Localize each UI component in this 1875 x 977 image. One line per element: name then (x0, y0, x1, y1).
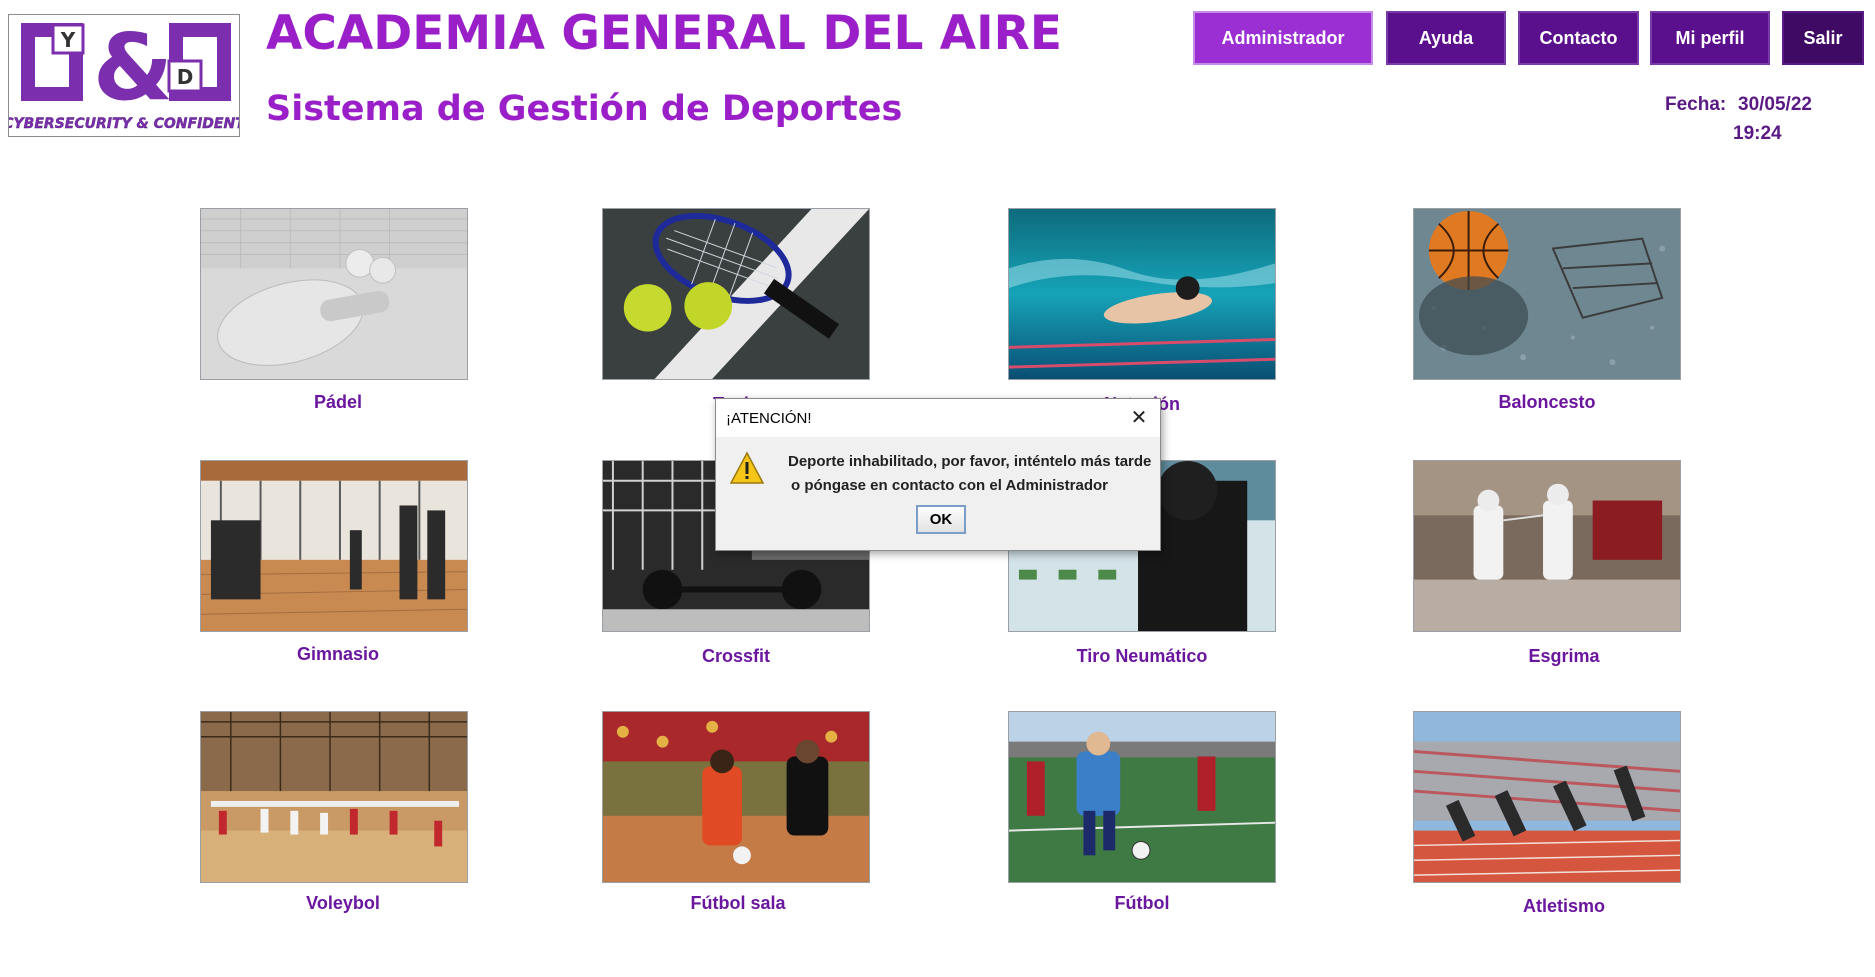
page-subtitle: Sistema de Gestión de Deportes (266, 89, 903, 129)
sport-label-basketball: Baloncesto (1498, 392, 1596, 412)
ok-button[interactable]: OK (916, 505, 966, 534)
page-title: ACADEMIA GENERAL DEL AIRE (266, 6, 1062, 61)
logo-letter-d: D (177, 65, 194, 89)
sport-tile-volleyball[interactable] (200, 711, 468, 883)
sport-label-athletics: Atletismo (1522, 896, 1605, 916)
gym-image (201, 461, 467, 631)
logo-ampersand: & (93, 15, 173, 121)
basketball-image (1414, 209, 1680, 379)
sport-tile-padel[interactable] (200, 208, 468, 380)
sport-tile-athletics[interactable] (1413, 711, 1681, 883)
dialog-message-line1: Deporte inhabilitado, por favor, inténte… (788, 453, 1152, 470)
sport-label-volleyball: Voleybol (306, 893, 380, 913)
date-label: Fecha: (1665, 94, 1727, 115)
dialog-title: ¡ATENCIÓN! (726, 410, 812, 427)
logout-button[interactable]: Salir (1782, 11, 1864, 65)
sport-tile-basketball[interactable] (1413, 208, 1681, 380)
sport-label-crossfit: Crossfit (701, 646, 770, 666)
logo-letter-y: Y (60, 28, 76, 52)
contact-button[interactable]: Contacto (1518, 11, 1639, 65)
time-value: 19:24 (1733, 123, 1782, 144)
futsal-image (603, 712, 869, 882)
date-value: 30/05/22 (1738, 94, 1812, 115)
sport-label-gym: Gimnasio (296, 644, 380, 664)
close-icon[interactable]: ✕ (1128, 407, 1150, 429)
admin-button[interactable]: Administrador (1193, 11, 1373, 65)
sport-label-shooting: Tiro Neumático (1076, 646, 1208, 666)
padel-image (201, 209, 467, 379)
sport-label-futsal: Fútbol sala (690, 893, 786, 913)
logo: Y & D CYBERSECURITY & CONFIDENT (8, 14, 240, 137)
sport-tile-fencing[interactable] (1413, 460, 1681, 632)
logo-caption: CYBERSECURITY & CONFIDENT (9, 116, 239, 132)
football-image (1009, 712, 1275, 882)
sport-tile-futsal[interactable] (602, 711, 870, 883)
volleyball-image (201, 712, 467, 882)
athletics-image (1414, 712, 1680, 882)
fencing-image (1414, 461, 1680, 631)
alert-dialog: ¡ATENCIÓN! ✕ Deporte inhabilitado, por f… (715, 398, 1161, 551)
sport-label-fencing: Esgrima (1528, 646, 1600, 666)
dialog-titlebar[interactable]: ¡ATENCIÓN! ✕ (716, 399, 1160, 437)
sport-label-padel: Pádel (313, 392, 363, 412)
dialog-message-line2: o póngase en contacto con el Administrad… (791, 477, 1108, 494)
tennis-image (603, 209, 869, 379)
sport-label-football: Fútbol (1114, 893, 1170, 913)
sport-tile-gym[interactable] (200, 460, 468, 632)
sport-tile-tennis[interactable] (602, 208, 870, 380)
sport-tile-football[interactable] (1008, 711, 1276, 883)
warning-icon (729, 451, 765, 484)
sport-tile-swimming[interactable] (1008, 208, 1276, 380)
swimming-image (1009, 209, 1275, 379)
help-button[interactable]: Ayuda (1386, 11, 1506, 65)
profile-button[interactable]: Mi perfil (1650, 11, 1770, 65)
